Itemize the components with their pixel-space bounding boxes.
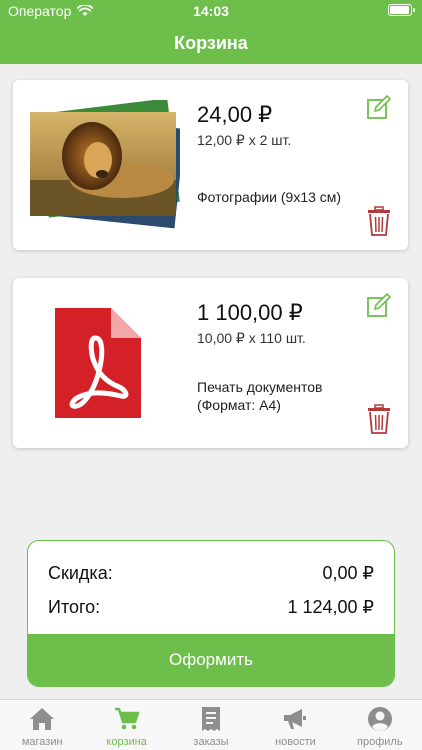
app-header: Оператор 14:03 Корзина [0, 0, 422, 64]
checkout-button[interactable]: Оформить [28, 634, 394, 686]
tab-label: корзина [106, 736, 147, 748]
status-bar: Оператор 14:03 [0, 0, 422, 22]
total-value: 1 124,00 ₽ [287, 597, 374, 617]
tab-profile[interactable]: профиль [338, 700, 422, 750]
trash-icon[interactable] [367, 206, 391, 236]
battery-level [390, 6, 409, 14]
user-icon [367, 707, 392, 731]
status-time: 14:03 [193, 3, 229, 19]
total-label: Итого: [48, 597, 101, 617]
cart-item-photos[interactable]: 24,00 ₽ 12,00 ₽ x 2 шт. Фотографии (9x13… [13, 80, 408, 250]
discount-value: 0,00 ₽ [322, 563, 375, 583]
cart-icon [114, 707, 139, 730]
tab-shop[interactable]: магазин [0, 700, 84, 750]
item-description: Печать документов (Формат: A4) [197, 378, 322, 414]
item-quantity: 10,00 ₽ x 110 шт. [197, 330, 306, 346]
tab-orders[interactable]: заказы [169, 700, 253, 750]
tab-label: профиль [357, 736, 403, 748]
cart-item-documents[interactable]: 1 100,00 ₽ 10,00 ₽ x 110 шт. Печать доку… [13, 278, 408, 448]
tab-news[interactable]: новости [253, 700, 337, 750]
edit-icon[interactable] [366, 292, 392, 318]
item-price: 24,00 ₽ [197, 102, 273, 127]
battery-icon [388, 4, 415, 16]
tab-label: магазин [21, 736, 63, 748]
trash-icon[interactable] [367, 404, 391, 434]
discount-row: Скидка: 0,00 ₽ [48, 563, 374, 584]
discount-label: Скидка: [48, 563, 113, 583]
tab-cart[interactable]: корзина [84, 700, 168, 750]
receipt-icon [202, 707, 221, 731]
tab-label: новости [275, 736, 316, 748]
megaphone-icon [284, 709, 307, 729]
tab-label: заказы [193, 736, 229, 748]
item-description: Фотографии (9x13 см) [197, 189, 342, 205]
page-title: Корзина [174, 33, 248, 53]
edit-icon[interactable] [366, 94, 392, 120]
item-quantity: 12,00 ₽ x 2 шт. [197, 132, 292, 148]
item-description-line: Печать документов [197, 379, 323, 395]
home-icon [30, 708, 55, 730]
total-row: Итого: 1 124,00 ₽ [48, 597, 374, 618]
item-price: 1 100,00 ₽ [197, 300, 303, 325]
pdf-file-icon [55, 308, 141, 418]
item-description-line: (Формат: A4) [197, 397, 281, 413]
lion-photo-stack-icon [30, 100, 180, 229]
order-summary: Скидка: 0,00 ₽ Итого: 1 124,00 ₽ Оформит… [27, 540, 395, 687]
tab-bar: магазин корзина заказы новости профиль [0, 699, 422, 750]
